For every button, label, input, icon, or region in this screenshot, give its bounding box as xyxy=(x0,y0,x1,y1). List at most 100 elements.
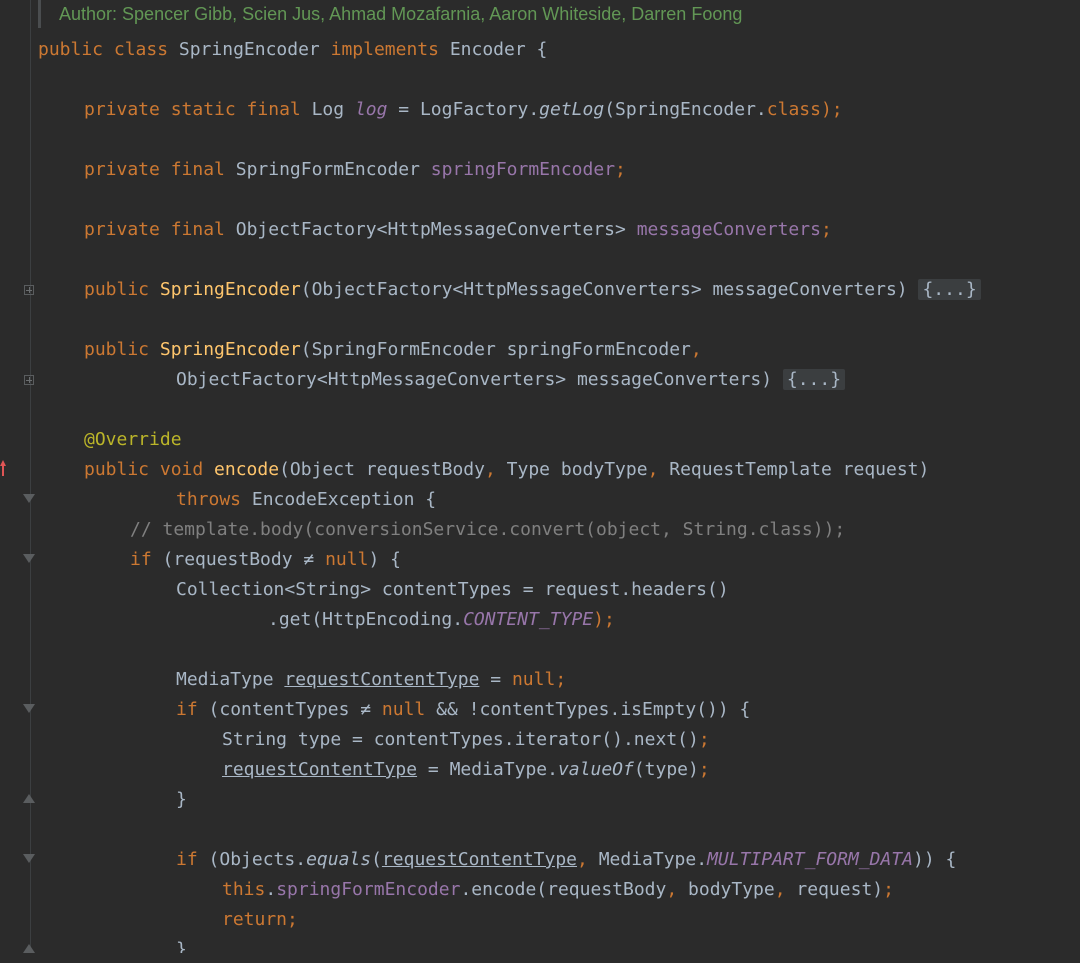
code-token: .encode(requestBody xyxy=(460,879,667,900)
code-token: } xyxy=(176,789,187,810)
code-token: log xyxy=(354,99,388,120)
editor-bottom-edge xyxy=(0,953,1080,963)
code-token: requestContentType xyxy=(284,669,480,690)
code-line: .get(HttpEncoding.CONTENT_TYPE); xyxy=(268,605,615,635)
code-line: return; xyxy=(222,905,298,935)
folded-code-block[interactable]: {...} xyxy=(782,369,846,390)
javadoc-author-line: Author: Spencer Gibb, Scien Jus, Ahmad M… xyxy=(59,4,743,24)
code-token: (contentTypes ≠ xyxy=(197,699,382,720)
fold-collapse-icon[interactable] xyxy=(23,494,35,503)
code-token: ; xyxy=(698,729,710,750)
doc-comment-bar xyxy=(38,0,41,28)
code-token: if xyxy=(176,849,198,870)
code-line: public SpringEncoder(SpringFormEncoder s… xyxy=(84,335,702,365)
code-line: private static final Log log = LogFactor… xyxy=(84,95,843,125)
code-token: requestContentType xyxy=(222,759,418,780)
code-token: RequestTemplate request) xyxy=(669,459,930,480)
code-token: Log xyxy=(300,99,355,120)
code-token: valueOf xyxy=(557,759,634,780)
code-line: if (Objects.equals(requestContentType, M… xyxy=(176,845,956,875)
code-token: ) { xyxy=(368,549,401,570)
fold-end-icon[interactable] xyxy=(23,944,35,953)
code-token: ); xyxy=(593,609,615,630)
code-token: ); xyxy=(820,99,843,120)
code-line: } xyxy=(176,785,187,815)
code-token: encode xyxy=(214,459,280,480)
code-line: private final SpringFormEncoder springFo… xyxy=(84,155,626,185)
code-token: ; xyxy=(820,219,832,240)
code-comment: // template.body(conversionService.conve… xyxy=(130,519,846,540)
code-token: equals xyxy=(306,849,372,870)
code-token: implements xyxy=(330,39,439,60)
code-line: public void encode(Object requestBody, T… xyxy=(84,455,929,485)
code-token: (Objects. xyxy=(197,849,307,870)
code-token: requestContentType xyxy=(381,849,578,870)
code-token: (type) xyxy=(633,759,699,780)
code-token: = MediaType. xyxy=(417,759,558,780)
code-token: ; xyxy=(287,909,298,930)
code-token: ( xyxy=(371,849,382,870)
code-token: , xyxy=(774,879,797,900)
code-editor[interactable]: Author: Spencer Gibb, Scien Jus, Ahmad M… xyxy=(0,0,1080,963)
code-token: SpringEncoder xyxy=(159,339,301,360)
code-line: ObjectFactory<HttpMessageConverters> mes… xyxy=(176,365,846,395)
code-token: , xyxy=(577,849,599,870)
code-token: , xyxy=(666,879,689,900)
code-token: .get(HttpEncoding. xyxy=(268,609,464,630)
code-token: (ObjectFactory<HttpMessageConverters> me… xyxy=(300,279,919,300)
code-token: , xyxy=(647,459,670,480)
fold-collapse-icon[interactable] xyxy=(23,854,35,863)
code-token: SpringFormEncoder xyxy=(224,159,431,180)
code-token: public class xyxy=(38,39,169,60)
code-line: @Override xyxy=(84,425,182,455)
code-line: // template.body(conversionService.conve… xyxy=(130,515,845,545)
code-token: ; xyxy=(615,159,626,180)
code-token: null xyxy=(381,699,426,720)
code-line: private final ObjectFactory<HttpMessageC… xyxy=(84,215,832,245)
code-token: = LogFactory. xyxy=(387,99,540,120)
code-token: messageConverters xyxy=(636,219,821,240)
code-token: = xyxy=(479,669,512,690)
fold-expand-icon[interactable] xyxy=(24,375,34,385)
code-token: (SpringEncoder. xyxy=(604,99,767,120)
code-token: this xyxy=(222,879,266,900)
code-line: if (contentTypes ≠ null && !contentTypes… xyxy=(176,695,750,725)
code-token: && !contentTypes.isEmpty()) { xyxy=(425,699,751,720)
code-line: this.springFormEncoder.encode(requestBod… xyxy=(222,875,894,905)
code-token: ObjectFactory<HttpMessageConverters> xyxy=(224,219,637,240)
code-token: SpringEncoder xyxy=(159,279,301,300)
code-token: ; xyxy=(698,759,710,780)
code-token: springFormEncoder xyxy=(276,879,461,900)
code-token: if xyxy=(176,699,198,720)
code-token: (Object requestBody xyxy=(279,459,485,480)
code-line: if (requestBody ≠ null) { xyxy=(130,545,401,575)
fold-end-icon[interactable] xyxy=(23,794,35,803)
code-token: String type = contentTypes.iterator().ne… xyxy=(222,729,699,750)
folded-code-block[interactable]: {...} xyxy=(918,279,981,300)
gutter-divider xyxy=(30,0,31,963)
editor-gutter xyxy=(0,0,38,963)
code-token: private final xyxy=(84,159,225,180)
code-token: MULTIPART_FORM_DATA xyxy=(707,849,913,870)
code-token: private static final xyxy=(84,99,301,120)
code-token: springFormEncoder xyxy=(430,159,616,180)
code-token: null xyxy=(325,549,369,570)
code-token: MediaType xyxy=(176,669,285,690)
code-token: return xyxy=(222,909,288,930)
code-token: CONTENT_TYPE xyxy=(463,609,594,630)
code-token: throws xyxy=(176,489,242,510)
code-token: , xyxy=(484,459,507,480)
code-token: private final xyxy=(84,219,225,240)
code-token: SpringEncoder xyxy=(168,39,331,60)
fold-collapse-icon[interactable] xyxy=(23,554,35,563)
code-token: , xyxy=(690,339,702,360)
fold-expand-icon[interactable] xyxy=(24,285,34,295)
overrides-method-icon[interactable] xyxy=(0,460,6,478)
fold-collapse-icon[interactable] xyxy=(23,704,35,713)
code-token: MediaType. xyxy=(598,849,708,870)
code-line: Collection<String> contentTypes = reques… xyxy=(176,575,729,605)
code-token: (SpringFormEncoder springFormEncoder xyxy=(300,339,691,360)
code-line: public class SpringEncoder implements En… xyxy=(38,35,547,65)
code-token: . xyxy=(265,879,277,900)
code-token: Collection<String> contentTypes = reques… xyxy=(176,579,729,600)
